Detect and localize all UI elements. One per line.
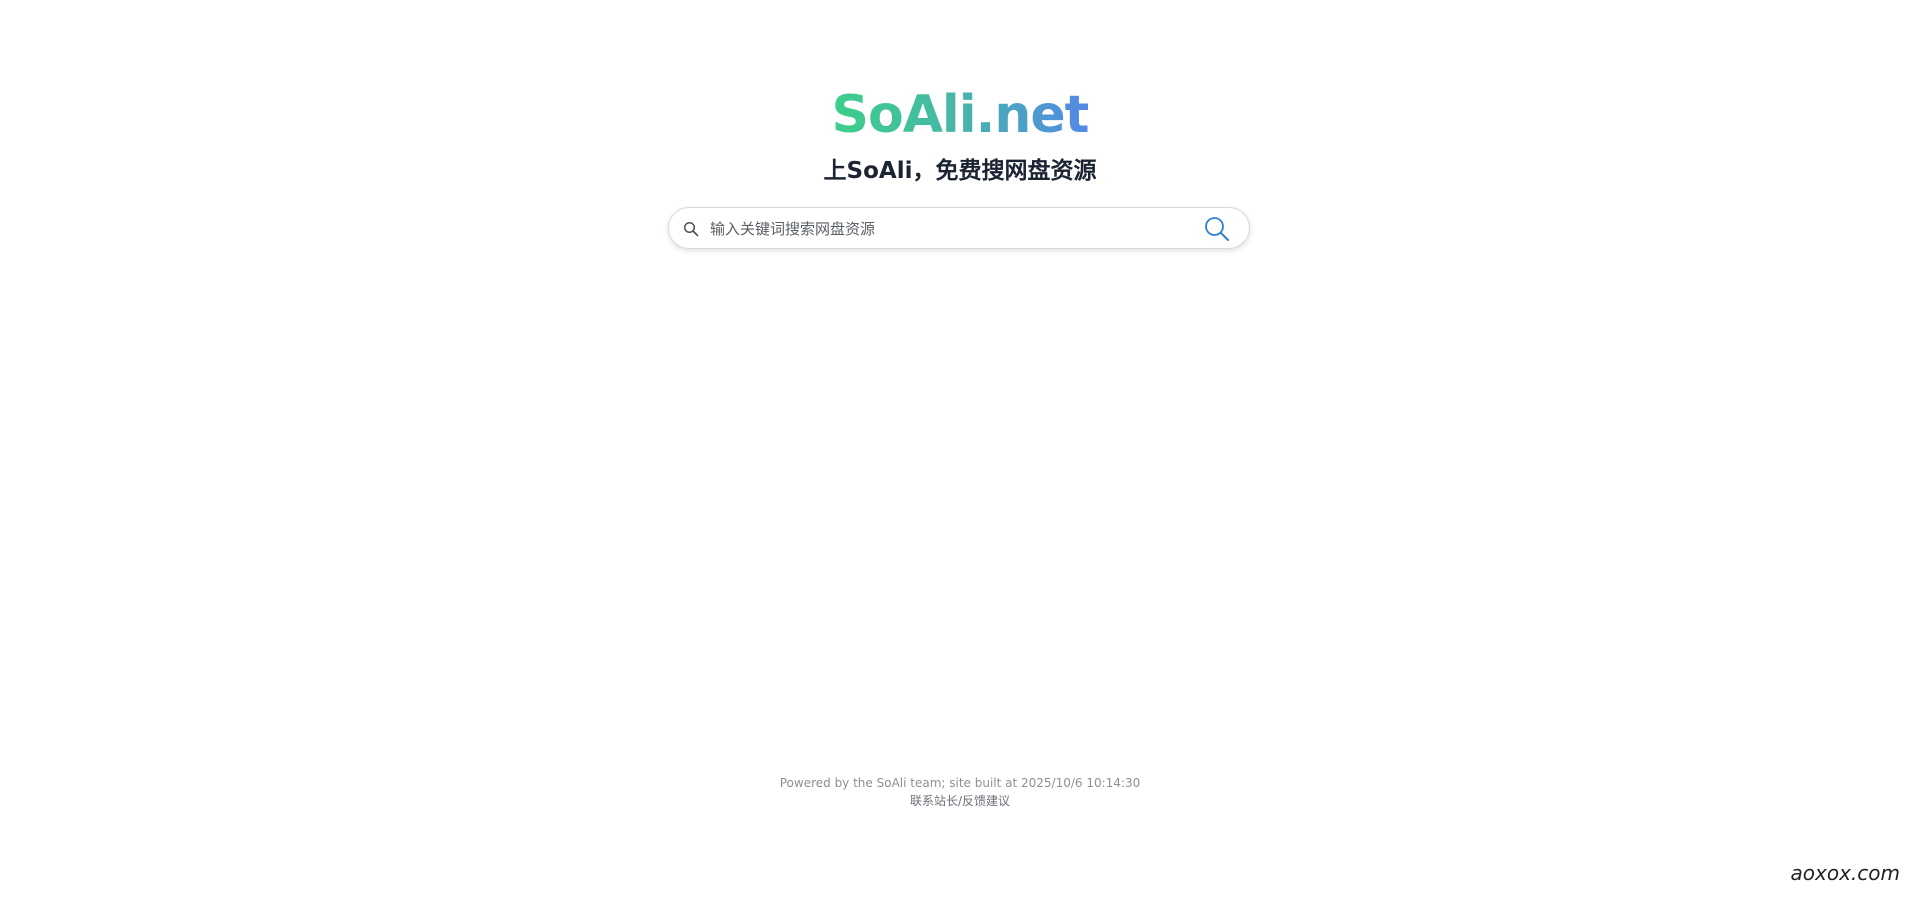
watermark: aoxox.com xyxy=(1790,861,1900,885)
search-icon xyxy=(1203,217,1231,246)
site-slogan: 上SoAli，免费搜网盘资源 xyxy=(823,158,1097,184)
search-icon xyxy=(683,221,699,237)
page: SoAli.net 上SoAli，免费搜网盘资源 Powered by the … xyxy=(0,0,1920,911)
search-bar xyxy=(668,207,1250,249)
footer-contact: 联系站长/反馈建议 xyxy=(0,792,1920,810)
search-submit-button[interactable] xyxy=(1203,215,1231,243)
contact-feedback-link[interactable]: 联系站长/反馈建议 xyxy=(910,794,1010,808)
site-logo[interactable]: SoAli.net xyxy=(0,82,1920,148)
footer-powered-by: Powered by the SoAli team; site built at… xyxy=(779,776,1141,790)
site-logo-text[interactable]: SoAli.net xyxy=(832,85,1090,145)
search-input[interactable] xyxy=(710,214,1150,244)
